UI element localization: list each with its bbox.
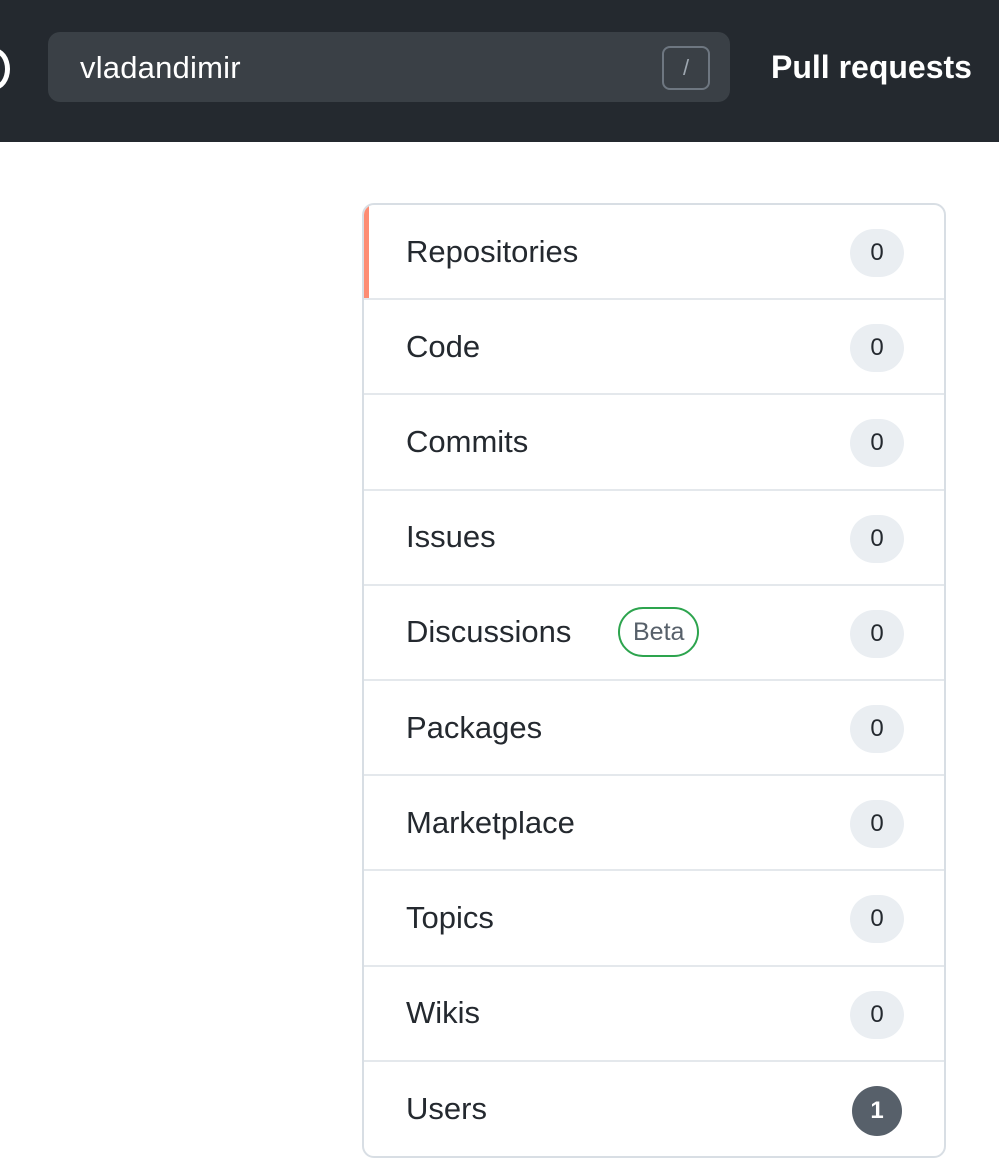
count-badge: 0 (850, 990, 904, 1039)
count-badge: 0 (850, 229, 904, 277)
menu-item-discussions[interactable]: Discussions Beta 0 (364, 586, 944, 681)
menu-item-commits[interactable]: Commits 0 (364, 395, 944, 491)
count-badge: 0 (850, 800, 904, 849)
menu-item-label: Topics (406, 899, 494, 935)
menu-item-label: Packages (406, 709, 543, 745)
nav-pull-requests-link[interactable]: Pull requests (771, 49, 972, 86)
slash-shortcut-icon: / (662, 46, 710, 90)
menu-item-label: Code (406, 328, 481, 364)
count-badge: 0 (850, 514, 904, 563)
menu-item-wikis[interactable]: Wikis 0 (364, 967, 944, 1062)
menu-item-label: Repositories (406, 233, 579, 269)
count-badge: 0 (850, 704, 904, 753)
count-badge: 0 (850, 609, 904, 658)
menu-item-label: Commits (406, 423, 529, 459)
menu-item-marketplace[interactable]: Marketplace 0 (364, 776, 944, 872)
count-badge: 0 (850, 895, 904, 944)
count-badge: 0 (850, 419, 904, 468)
menu-item-label: Users (406, 1091, 487, 1127)
menu-item-label: Marketplace (406, 804, 575, 840)
menu-item-label: Discussions (406, 614, 572, 650)
menu-item-label: Wikis (406, 995, 481, 1031)
menu-item-repositories[interactable]: Repositories 0 (364, 205, 944, 301)
menu-item-users[interactable]: Users 1 (364, 1062, 944, 1156)
count-badge: 0 (850, 324, 904, 373)
search-input[interactable]: vladandimir / (48, 32, 730, 102)
menu-item-topics[interactable]: Topics 0 (364, 871, 944, 967)
menu-item-issues[interactable]: Issues 0 (364, 491, 944, 586)
search-filter-menu: Repositories 0 Code 0 Commits 0 Issues 0… (362, 203, 946, 1158)
count-badge: 1 (852, 1085, 902, 1136)
menu-item-packages[interactable]: Packages 0 (364, 681, 944, 777)
search-input-value: vladandimir (80, 50, 241, 85)
github-logo-icon[interactable] (0, 48, 10, 90)
menu-item-code[interactable]: Code 0 (364, 300, 944, 396)
menu-item-label: Issues (406, 519, 496, 555)
beta-badge: Beta (618, 607, 700, 658)
top-header: vladandimir / Pull requests (0, 0, 999, 142)
